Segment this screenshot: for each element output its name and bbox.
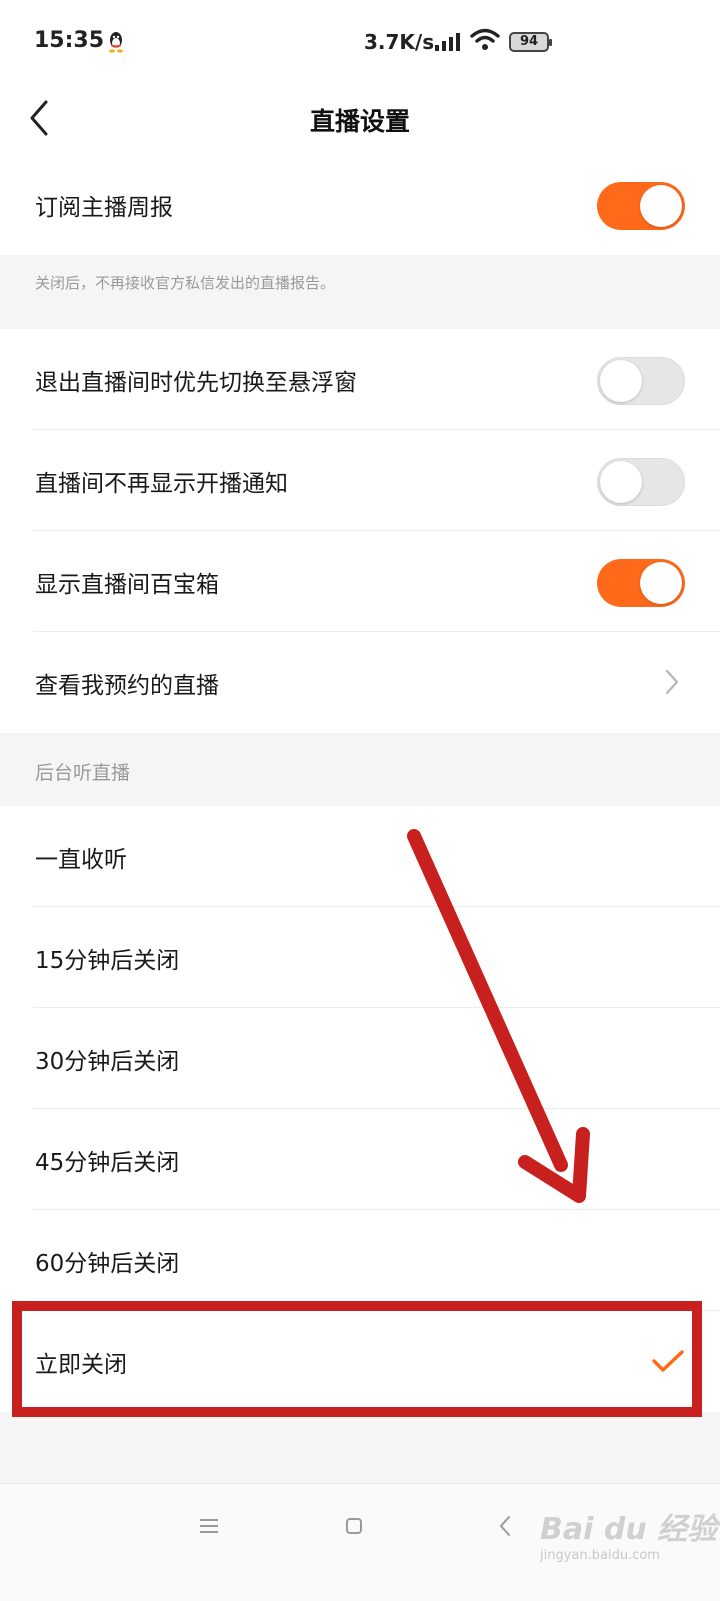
home-icon[interactable] xyxy=(345,1517,363,1535)
setting-weekly-report: 订阅主播周报 xyxy=(0,154,720,255)
hide-notice-toggle[interactable] xyxy=(597,458,685,506)
setting-label: 显示直播间百宝箱 xyxy=(35,572,219,598)
section-header: 后台听直播 xyxy=(35,762,131,784)
page-title: 直播设置 xyxy=(309,107,410,136)
setting-label: 直播间不再显示开播通知 xyxy=(35,471,288,497)
menu-icon[interactable] xyxy=(199,1517,219,1535)
qq-icon xyxy=(109,32,123,53)
option-label: 一直收听 xyxy=(35,847,127,873)
status-bar: 15:35 3.7K/s 94 xyxy=(0,0,720,84)
signal-icon xyxy=(435,33,460,51)
watermark-logo: Bai du 经验 xyxy=(540,1512,718,1547)
back-icon[interactable] xyxy=(498,1515,512,1537)
setting-float-window: 退出直播间时优先切换至悬浮窗 xyxy=(0,329,720,430)
option-always[interactable]: 一直收听 xyxy=(0,806,720,907)
weekly-report-toggle[interactable] xyxy=(597,182,685,230)
network-speed: 3.7K/s xyxy=(364,30,435,54)
option-30min[interactable]: 30分钟后关闭 xyxy=(0,1008,720,1109)
setting-label: 查看我预约的直播 xyxy=(35,673,219,699)
option-60min[interactable]: 60分钟后关闭 xyxy=(0,1210,720,1311)
setting-label: 订阅主播周报 xyxy=(35,195,173,221)
background-listen-section: 后台听直播 xyxy=(0,733,720,806)
status-time: 15:35 xyxy=(34,28,105,53)
option-label: 45分钟后关闭 xyxy=(35,1150,180,1176)
toolbox-toggle[interactable] xyxy=(597,559,685,607)
option-45min[interactable]: 45分钟后关闭 xyxy=(0,1109,720,1210)
watermark-url: jingyan.baidu.com xyxy=(540,1548,660,1563)
wifi-icon xyxy=(470,28,500,50)
option-label: 60分钟后关闭 xyxy=(35,1251,180,1277)
system-nav-bar: Bai du 经验 jingyan.baidu.com xyxy=(0,1483,720,1601)
setting-reservations[interactable]: 查看我预约的直播 xyxy=(0,632,720,733)
option-label: 30分钟后关闭 xyxy=(35,1049,180,1075)
nav-bar: 直播设置 xyxy=(0,84,720,155)
option-15min[interactable]: 15分钟后关闭 xyxy=(0,907,720,1008)
battery-icon: 94 xyxy=(509,32,552,52)
float-window-toggle[interactable] xyxy=(597,357,685,405)
setting-label: 退出直播间时优先切换至悬浮窗 xyxy=(35,370,357,396)
weekly-report-note-band: 关闭后，不再接收官方私信发出的直播报告。 xyxy=(0,255,720,329)
weekly-report-note: 关闭后，不再接收官方私信发出的直播报告。 xyxy=(35,274,336,292)
setting-toolbox: 显示直播间百宝箱 xyxy=(0,531,720,632)
highlight-box xyxy=(12,1301,702,1417)
chevron-right-icon xyxy=(665,669,679,695)
setting-hide-notice: 直播间不再显示开播通知 xyxy=(0,430,720,531)
option-label: 15分钟后关闭 xyxy=(35,948,180,974)
